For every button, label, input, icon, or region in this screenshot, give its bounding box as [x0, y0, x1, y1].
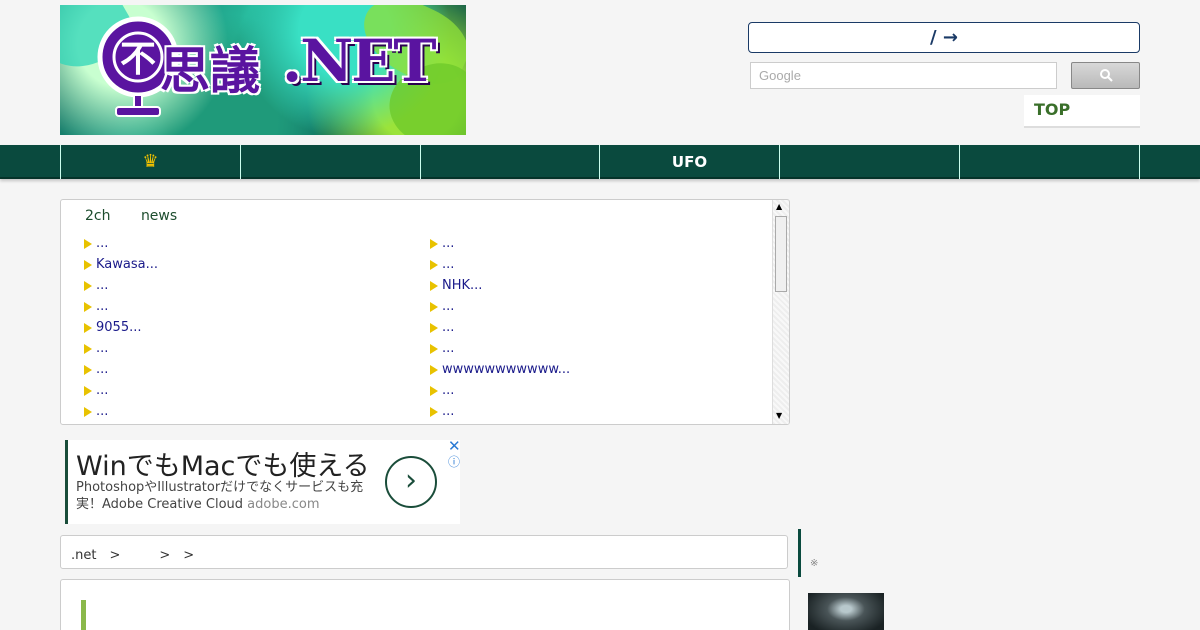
nav-item-6[interactable]: [959, 145, 1139, 179]
ad-domain: adobe.com: [247, 497, 320, 512]
ad-subtitle: PhotoshopやIllustratorだけでなくサービスも充実！Adobe …: [76, 479, 376, 513]
list-item[interactable]: ...: [81, 380, 158, 401]
ad-banner[interactable]: WinでもMacでも使える PhotoshopやIllustratorだけでなく…: [65, 437, 461, 524]
logo-kanji: 思議: [160, 42, 260, 100]
list-item[interactable]: ...: [81, 338, 158, 359]
feed-list-left: ... Kawasa... ... ... 9055... ... ... ..…: [81, 233, 158, 422]
nav-item-5[interactable]: [779, 145, 959, 179]
search-input[interactable]: Google: [750, 62, 1057, 89]
top-link[interactable]: TOP: [1024, 95, 1140, 128]
list-item[interactable]: ...: [427, 296, 570, 317]
list-item[interactable]: ...: [427, 233, 570, 254]
nav-divider: [1139, 145, 1140, 179]
nav-item-3[interactable]: [420, 145, 600, 179]
nav-item-ranking[interactable]: ♛: [60, 145, 240, 179]
sidebar-note-mark: ※: [810, 558, 819, 569]
tab-news[interactable]: news: [141, 208, 177, 224]
scroll-down-icon[interactable]: ▼: [776, 411, 782, 420]
sidebar-thumbnail[interactable]: [808, 593, 884, 630]
list-item[interactable]: ...: [81, 296, 158, 317]
feed-scrollbar[interactable]: ▲ ▼: [772, 200, 789, 424]
crown-icon: ♛: [142, 151, 159, 172]
list-item[interactable]: ...: [81, 359, 158, 380]
list-item[interactable]: ...: [427, 380, 570, 401]
list-item[interactable]: ...: [81, 401, 158, 422]
logo-text: .NET: [282, 27, 437, 95]
ad-arrow-button[interactable]: ›: [385, 456, 437, 508]
list-item[interactable]: ...: [427, 317, 570, 338]
list-item[interactable]: ...: [427, 338, 570, 359]
main-nav: ♛ UFO: [0, 145, 1200, 179]
feed-list-right: ... ... NHK... ... ... ... wwwwwwwwwww..…: [427, 233, 570, 422]
list-item[interactable]: ...: [427, 254, 570, 275]
search-button[interactable]: [1071, 62, 1140, 89]
site-logo[interactable]: 不 思議 .NET: [60, 5, 466, 135]
info-icon[interactable]: ⓘ: [448, 453, 460, 470]
nav-item-2[interactable]: [240, 145, 420, 179]
svg-text:不: 不: [120, 39, 156, 80]
breadcrumb[interactable]: .net > > >: [60, 535, 788, 569]
nav-item-ufo[interactable]: UFO: [599, 145, 779, 179]
list-item[interactable]: Kawasa...: [81, 254, 158, 275]
list-item[interactable]: ...: [81, 233, 158, 254]
list-item[interactable]: ...: [427, 401, 570, 422]
scroll-up-icon[interactable]: ▲: [776, 202, 782, 211]
list-item[interactable]: ...: [81, 275, 158, 296]
ad-title[interactable]: WinでもMacでも使える: [76, 444, 370, 483]
search-icon: [1100, 69, 1113, 82]
ad-subtitle-text: PhotoshopやIllustratorだけでなくサービスも充実！Adobe …: [76, 480, 364, 512]
list-item[interactable]: 9055...: [81, 317, 158, 338]
sidebar-heading-bar: [798, 529, 801, 577]
list-item[interactable]: wwwwwwwwwww...: [427, 359, 570, 380]
list-item[interactable]: NHK...: [427, 275, 570, 296]
scroll-thumb[interactable]: [775, 216, 787, 292]
news-feed-box: 2ch news ... Kawasa... ... ... 9055... .…: [60, 199, 790, 425]
article-box: [60, 579, 790, 630]
tab-2ch[interactable]: 2ch: [85, 208, 110, 224]
language-switch-bar[interactable]: / →: [748, 22, 1140, 53]
feed-tabs: 2ch news: [85, 208, 203, 224]
article-heading-bar: [81, 600, 86, 630]
